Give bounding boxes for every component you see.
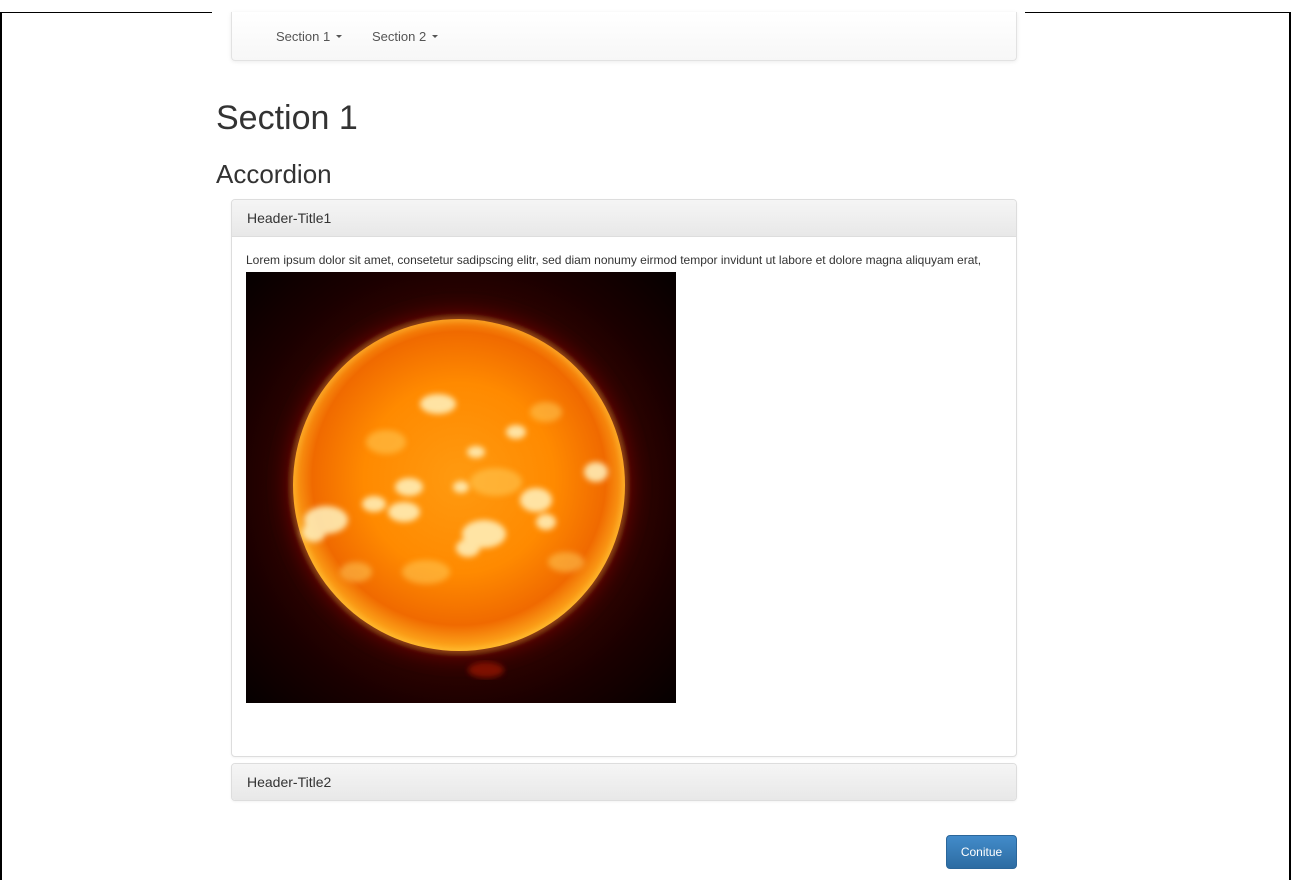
nav-item-section-1[interactable]: Section 1: [276, 29, 343, 44]
page-title: Section 1: [216, 99, 358, 137]
frame-border-left: [0, 12, 2, 880]
continue-button[interactable]: Conitue: [946, 835, 1017, 869]
accordion-panel-1: Header-Title1 Lorem ipsum dolor sit amet…: [231, 199, 1017, 757]
accordion-header-1[interactable]: Header-Title1: [232, 200, 1016, 237]
frame-border-top-right: [1025, 12, 1291, 13]
accordion-header-2[interactable]: Header-Title2: [232, 764, 1016, 800]
sun-image: [246, 272, 676, 703]
top-navbar: Section 1 Section 2: [231, 12, 1017, 61]
frame-border-right: [1289, 12, 1291, 880]
caret-down-icon: [432, 35, 439, 39]
nav-item-section-2[interactable]: Section 2: [372, 29, 439, 44]
section-subtitle: Accordion: [216, 159, 332, 189]
nav-item-label: Section 1: [276, 29, 331, 44]
sun-illustration: [246, 272, 676, 703]
page-frame: Section 1 Section 2 Section 1 Accordion …: [0, 0, 1292, 880]
caret-down-icon: [336, 35, 343, 39]
frame-border-top-left: [0, 12, 212, 13]
accordion-panel-2: Header-Title2: [231, 763, 1017, 801]
nav-item-label: Section 2: [372, 29, 427, 44]
